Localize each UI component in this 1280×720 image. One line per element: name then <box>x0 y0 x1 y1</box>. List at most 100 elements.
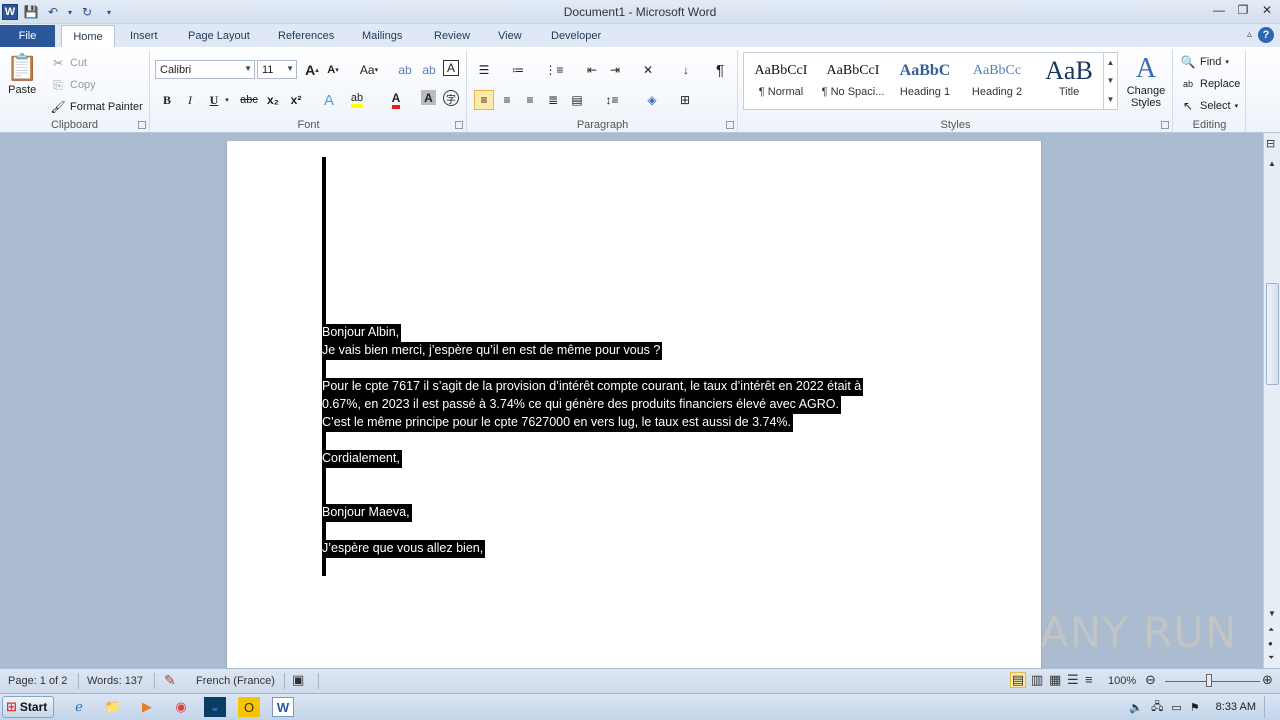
change-styles-button[interactable]: A Change Styles <box>1124 53 1168 109</box>
draft-icon[interactable]: ≡ <box>1085 672 1093 687</box>
distributed-icon[interactable]: ▤ <box>567 90 587 110</box>
start-button[interactable]: ⊞ Start <box>2 696 54 718</box>
show-desktop-button[interactable] <box>1264 696 1274 718</box>
previous-page-icon[interactable]: ⏶ <box>1268 625 1274 635</box>
line-spacing-icon[interactable]: ↕≡ <box>602 90 622 110</box>
zoom-slider-thumb[interactable] <box>1206 674 1212 687</box>
chrome-icon[interactable]: ◉ <box>170 697 192 717</box>
phonetic-guide-icon[interactable]: ab <box>419 60 439 80</box>
full-screen-reading-icon[interactable]: ▥ <box>1031 672 1043 688</box>
tab-file[interactable]: File <box>0 25 55 47</box>
show-formatting-button[interactable]: ¶ <box>710 60 730 80</box>
tab-developer[interactable]: Developer <box>545 25 607 47</box>
zoom-level[interactable]: 100% <box>1108 675 1136 687</box>
restore-icon[interactable]: ❐ <box>1234 2 1252 18</box>
character-border-button[interactable]: A <box>443 60 459 76</box>
style-no-spacing[interactable]: AaBbCcI ¶ No Spaci... <box>818 56 888 106</box>
font-color-button[interactable]: A <box>386 90 406 110</box>
macro-record-icon[interactable]: ▣ <box>292 672 304 688</box>
select-browse-object-icon[interactable]: ● <box>1268 639 1273 648</box>
increase-indent-icon[interactable]: ⇥ <box>605 60 625 80</box>
style-normal[interactable]: AaBbCcI ¶ Normal <box>746 56 816 106</box>
tab-insert[interactable]: Insert <box>124 25 164 47</box>
doc-line[interactable]: Bonjour Maeva, <box>322 504 412 522</box>
more-icon[interactable]: ▼ <box>1107 95 1115 104</box>
clock[interactable]: 8:33 AM <box>1216 701 1256 713</box>
proofing-icon[interactable]: ✎ <box>164 672 176 689</box>
align-right-icon[interactable]: ≡ <box>520 90 540 110</box>
chevron-down-icon[interactable]: ▼ <box>1107 76 1115 85</box>
replace-button[interactable]: ab Replace <box>1180 76 1240 92</box>
format-painter-button[interactable]: 🖌 Format Painter <box>50 99 142 115</box>
doc-line[interactable]: 0.67%, en 2023 il est passé à 3.74% ce q… <box>322 396 841 414</box>
character-shading-icon[interactable]: A <box>421 90 436 105</box>
scroll-up-icon[interactable]: ▲ <box>1268 159 1276 168</box>
style-title[interactable]: AaB Title <box>1034 56 1104 106</box>
grow-font-button[interactable]: A ▴ <box>302 60 322 80</box>
chevron-up-icon[interactable]: ▲ <box>1107 58 1115 67</box>
font-launcher-icon[interactable] <box>455 121 463 129</box>
styles-launcher-icon[interactable] <box>1161 121 1169 129</box>
word-taskbar-icon[interactable]: W <box>272 697 294 717</box>
tab-home[interactable]: Home <box>61 25 115 47</box>
tab-page-layout[interactable]: Page Layout <box>182 25 256 47</box>
network-icon[interactable]: 🖧 <box>1151 698 1163 717</box>
zoom-slider[interactable] <box>1165 681 1260 682</box>
edge-icon[interactable]: ◒ <box>204 697 226 717</box>
doc-line[interactable]: J’espère que vous allez bien, <box>322 540 486 558</box>
zoom-out-icon[interactable]: ⊖ <box>1145 672 1156 688</box>
shrink-font-button[interactable]: A ▾ <box>323 60 343 80</box>
tab-view[interactable]: View <box>492 25 528 47</box>
clear-formatting-icon[interactable]: ab <box>395 60 415 80</box>
doc-line[interactable]: Bonjour Albin, <box>322 324 402 342</box>
enclose-characters-icon[interactable]: 字 <box>443 90 459 106</box>
scroll-down-icon[interactable]: ▼ <box>1268 609 1276 618</box>
underline-dropdown-icon[interactable]: ▾ <box>222 90 232 110</box>
language-indicator[interactable]: French (France) <box>196 675 275 687</box>
paragraph-launcher-icon[interactable] <box>726 121 734 129</box>
bold-button[interactable]: B <box>157 90 177 110</box>
style-heading-2[interactable]: AaBbCc Heading 2 <box>962 56 1032 106</box>
decrease-indent-icon[interactable]: ⇤ <box>582 60 602 80</box>
superscript-button[interactable]: x² <box>286 90 306 110</box>
page-count[interactable]: Page: 1 of 2 <box>8 675 67 687</box>
web-layout-icon[interactable]: ▦ <box>1049 672 1061 688</box>
word-count[interactable]: Words: 137 <box>87 675 143 687</box>
outline-icon[interactable]: ☰ <box>1067 672 1079 688</box>
view-ruler-icon[interactable]: ⊟ <box>1266 137 1275 150</box>
next-page-icon[interactable]: ⏷ <box>1268 653 1274 663</box>
tab-mailings[interactable]: Mailings <box>356 25 408 47</box>
italic-button[interactable]: I <box>180 90 200 110</box>
vertical-scrollbar[interactable]: ⊟ ▲ ▼ ⏶ ● ⏷ <box>1263 133 1280 668</box>
copy-button[interactable]: ⎘ Copy <box>50 77 96 93</box>
file-explorer-icon[interactable]: 📁 <box>102 697 124 717</box>
multilevel-list-icon[interactable]: ⋮≡ <box>544 60 564 80</box>
change-case-button[interactable]: Aa ▾ <box>356 60 382 80</box>
style-heading-1[interactable]: AaBbC Heading 1 <box>890 56 960 106</box>
highlight-color-icon[interactable]: ab <box>347 90 367 110</box>
sort-icon[interactable]: ↓ <box>676 60 696 80</box>
minimize-icon[interactable]: — <box>1210 2 1228 18</box>
doc-line[interactable]: C’est le même principe pour le cpte 7627… <box>322 414 794 432</box>
styles-gallery-scroll[interactable]: ▲ ▼ ▼ <box>1103 53 1117 109</box>
find-button[interactable]: 🔍 Find ▾ <box>1180 54 1229 70</box>
close-icon[interactable]: ✕ <box>1258 2 1276 18</box>
tab-review[interactable]: Review <box>428 25 476 47</box>
zoom-in-icon[interactable]: ⊕ <box>1262 672 1273 688</box>
select-button[interactable]: ↖ Select ▾ <box>1180 98 1238 114</box>
doc-line[interactable]: Cordialement, <box>322 450 402 468</box>
numbering-icon[interactable]: ≔ <box>508 60 528 80</box>
doc-line[interactable]: Pour le cpte 7617 il s’agit de la provis… <box>322 378 864 396</box>
font-size-combo[interactable]: 11 ▼ <box>257 60 297 79</box>
borders-icon[interactable]: ⊞ <box>675 90 695 110</box>
underline-button[interactable]: U <box>204 90 224 110</box>
cut-button[interactable]: ✂ Cut <box>50 55 87 71</box>
justify-icon[interactable]: ≣ <box>543 90 563 110</box>
shading-icon[interactable]: ◈ <box>642 90 662 110</box>
flag-icon[interactable]: ⚑ <box>1190 701 1200 714</box>
print-layout-icon[interactable]: ▤ <box>1010 672 1026 688</box>
strikethrough-button[interactable]: abc <box>239 90 259 110</box>
internet-explorer-icon[interactable]: ℯ <box>68 697 90 717</box>
asian-layout-icon[interactable]: ✕ <box>638 60 658 80</box>
paste-button[interactable]: 📋 Paste <box>6 52 38 96</box>
